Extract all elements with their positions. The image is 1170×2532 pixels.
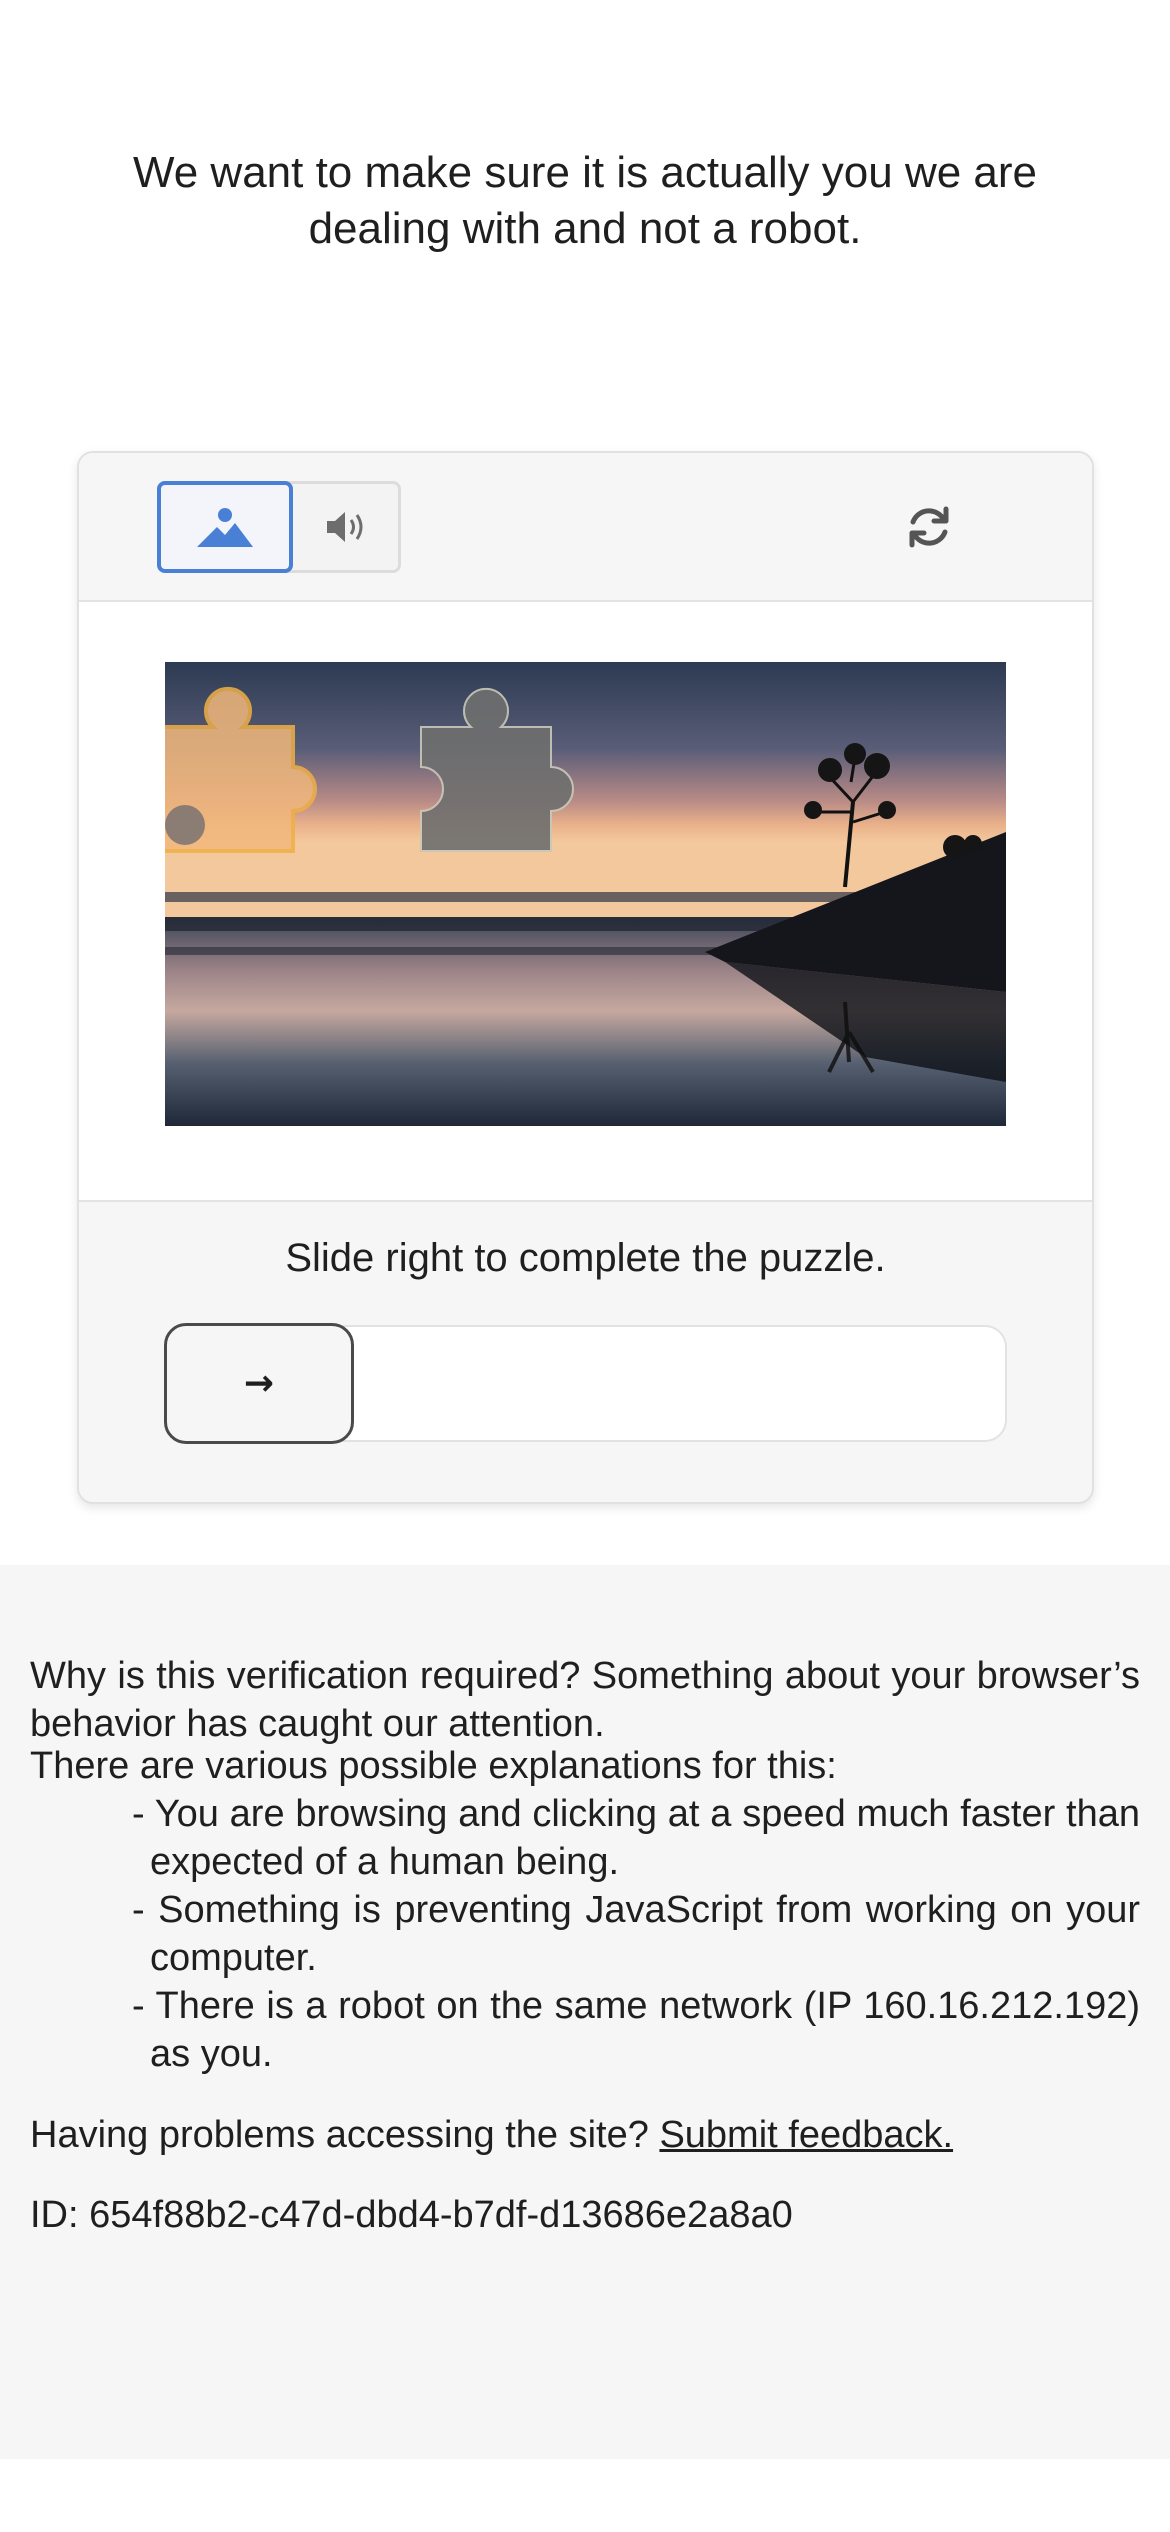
refresh-button[interactable]: [901, 499, 957, 555]
problems-text: Having problems accessing the site?: [30, 2114, 649, 2156]
explanation-item: - You are browsing and clicking at a spe…: [132, 1793, 1140, 1883]
captcha-widget: Slide right to complete the puzzle. →: [77, 451, 1094, 1504]
verification-headline: We want to make sure it is actually you …: [132, 148, 1038, 253]
arrow-right-icon: →: [243, 1363, 275, 1404]
explanation-item: - There is a robot on the same network (…: [132, 1985, 1140, 2075]
refresh-icon: [909, 506, 949, 548]
captcha-image-area: [79, 602, 1092, 1202]
captcha-mode-switch: [157, 481, 401, 573]
explanations-intro: There are various possible explanations …: [30, 1745, 837, 1787]
request-id: ID: 654f88b2-c47d-dbd4-b7df-d13686e2a8a0: [30, 2194, 793, 2236]
speaker-icon: [327, 512, 363, 542]
image-mode-button[interactable]: [157, 481, 293, 573]
problems-line: Having problems accessing the site? Subm…: [30, 2111, 1140, 2159]
image-icon: [197, 508, 253, 547]
slider-handle[interactable]: →: [164, 1323, 354, 1444]
info-panel: Why is this verification required? Somet…: [0, 1565, 1170, 2459]
audio-mode-button[interactable]: [298, 484, 398, 570]
why-verification-text: Why is this verification required? Somet…: [30, 1655, 1140, 1745]
slider-instruction: Slide right to complete the puzzle.: [285, 1236, 886, 1280]
captcha-toolbar: [79, 453, 1092, 602]
puzzle-image: [165, 662, 1006, 1126]
submit-feedback-link[interactable]: Submit feedback.: [659, 2114, 953, 2156]
explanation-item: - Something is preventing JavaScript fro…: [132, 1889, 1140, 1979]
